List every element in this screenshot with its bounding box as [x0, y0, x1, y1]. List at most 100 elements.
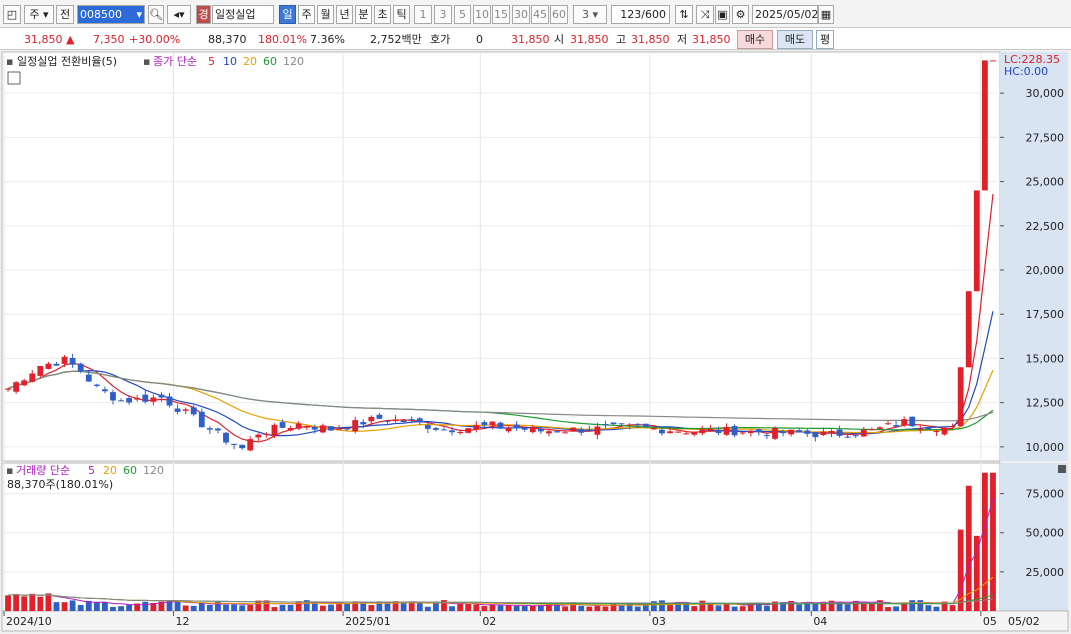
table-view-icon[interactable] [7, 71, 21, 85]
low-price: 31,850 [692, 33, 731, 46]
volume-bar [53, 602, 60, 611]
period-tab[interactable]: 분 [355, 5, 372, 24]
interval-tab[interactable]: 15 [492, 5, 510, 24]
volume-bar [344, 603, 351, 611]
volume-bar [231, 604, 237, 611]
interval-tab[interactable]: 30 [512, 5, 530, 24]
stock-name-field[interactable]: 일정실업 [212, 5, 274, 24]
prev-button[interactable]: 전 [56, 5, 74, 24]
candle-body [844, 436, 851, 438]
hoga-label: 호가 [430, 33, 451, 46]
candle-body [521, 428, 528, 430]
calendar-icon[interactable]: ▦ [818, 5, 834, 24]
period-tab[interactable]: 월 [317, 5, 334, 24]
volume-bar [77, 604, 84, 611]
interval-tab[interactable]: 45 [531, 5, 549, 24]
settings-gear-icon[interactable]: ⚙ [732, 5, 749, 24]
candle-body [319, 425, 326, 433]
sell-button[interactable]: 매도 [777, 30, 813, 49]
buy-button[interactable]: 매수 [737, 30, 773, 49]
volume-bar [102, 602, 108, 611]
draw-tool-icon[interactable]: ⤨ [696, 5, 714, 24]
interval-select[interactable]: 3 ▾ [573, 5, 607, 24]
period-tab[interactable]: 틱 [393, 5, 410, 24]
candle-body [578, 428, 585, 433]
candle-body [707, 428, 714, 430]
interval-value: 3 [581, 8, 589, 21]
candle-body [441, 429, 447, 431]
interval-tab[interactable]: 60 [550, 5, 568, 24]
low-label: 저 [677, 33, 688, 46]
hc-label: HC:0.00 [1004, 65, 1048, 78]
volume-bar [796, 604, 803, 611]
volume-bar [667, 604, 673, 611]
volume-bar [69, 600, 76, 611]
candle-body [166, 396, 173, 406]
volume-menu-icon[interactable]: ▪ [6, 464, 13, 477]
interval-tab[interactable]: 5 [454, 5, 471, 24]
candle-body [957, 367, 964, 427]
candle-body [860, 429, 867, 437]
count-value: 123 [620, 8, 642, 21]
hoga-value: 0 [476, 33, 483, 46]
panel-menu-icon[interactable]: ▪ [6, 55, 13, 68]
volume-bar [21, 596, 28, 611]
candle-body [150, 397, 157, 402]
interval-tab[interactable]: 1 [414, 5, 432, 24]
period-tab[interactable]: 주 [298, 5, 315, 24]
period-tab[interactable]: 일 [279, 5, 296, 24]
volume-bar [457, 603, 464, 611]
search-icon[interactable]: 🔍︎ [148, 5, 164, 24]
price-tick-label: 22,500 [1026, 220, 1065, 233]
candle-body [53, 363, 60, 366]
candle-body [29, 373, 36, 382]
speaker-icon[interactable]: ◂▾ [167, 5, 191, 24]
market-select[interactable]: 주 ▾ [24, 5, 54, 24]
price-tick-label: 27,500 [1026, 131, 1065, 144]
candle-body [659, 429, 665, 434]
volume-bar [279, 604, 286, 611]
candle-body [392, 419, 399, 422]
stock-chart[interactable]: 30,000 27,500 25,000 22,500 20,000 17,500 15,0… [0, 50, 1071, 634]
stock-code-input[interactable]: 008500 ▾ [77, 5, 145, 24]
save-icon[interactable]: ▣ [715, 5, 730, 24]
candle-body [739, 432, 746, 434]
candle-body [126, 398, 133, 403]
ma-label: 종가 단순 [153, 55, 197, 68]
candle-type-icon[interactable]: ⇅ [675, 5, 693, 24]
candle-body [513, 424, 520, 429]
volume-tick-label: 25,000 [1026, 566, 1065, 579]
volume-bar [586, 606, 593, 611]
candle-body [142, 394, 149, 402]
candle-body [13, 382, 20, 392]
interval-tab[interactable]: 3 [434, 5, 452, 24]
candle-body [37, 365, 44, 376]
volume-bar [489, 604, 496, 611]
volume-legend-name: 거래량 단순 [16, 464, 70, 477]
candle-body [408, 419, 415, 421]
date-input[interactable]: 2025/05/02 [752, 5, 818, 24]
volume-bar [223, 604, 229, 611]
volume-bar [360, 603, 367, 611]
candle-body [852, 435, 859, 437]
candle-body [311, 427, 318, 430]
period-tab[interactable]: 초 [374, 5, 391, 24]
volume-bar [909, 600, 916, 611]
count-input[interactable]: 123/600 [611, 5, 670, 24]
window-menu-icon[interactable]: ◰ [3, 5, 21, 24]
candle-body [198, 411, 205, 428]
candle-body [247, 439, 254, 451]
candle-body [667, 431, 673, 434]
candle-body [93, 384, 100, 386]
candle-body [376, 414, 383, 419]
eval-button[interactable]: 평 [816, 30, 834, 49]
panel-close-icon[interactable] [1058, 465, 1066, 473]
open-label: 시 [554, 33, 565, 46]
volume-bar [731, 606, 738, 611]
legend-separator-icon: ▪ [143, 55, 150, 68]
interval-tab[interactable]: 10 [473, 5, 491, 24]
volume-bar [110, 606, 116, 611]
period-tab[interactable]: 년 [336, 5, 353, 24]
volume-bar [885, 607, 891, 611]
volume-bar [739, 606, 746, 611]
